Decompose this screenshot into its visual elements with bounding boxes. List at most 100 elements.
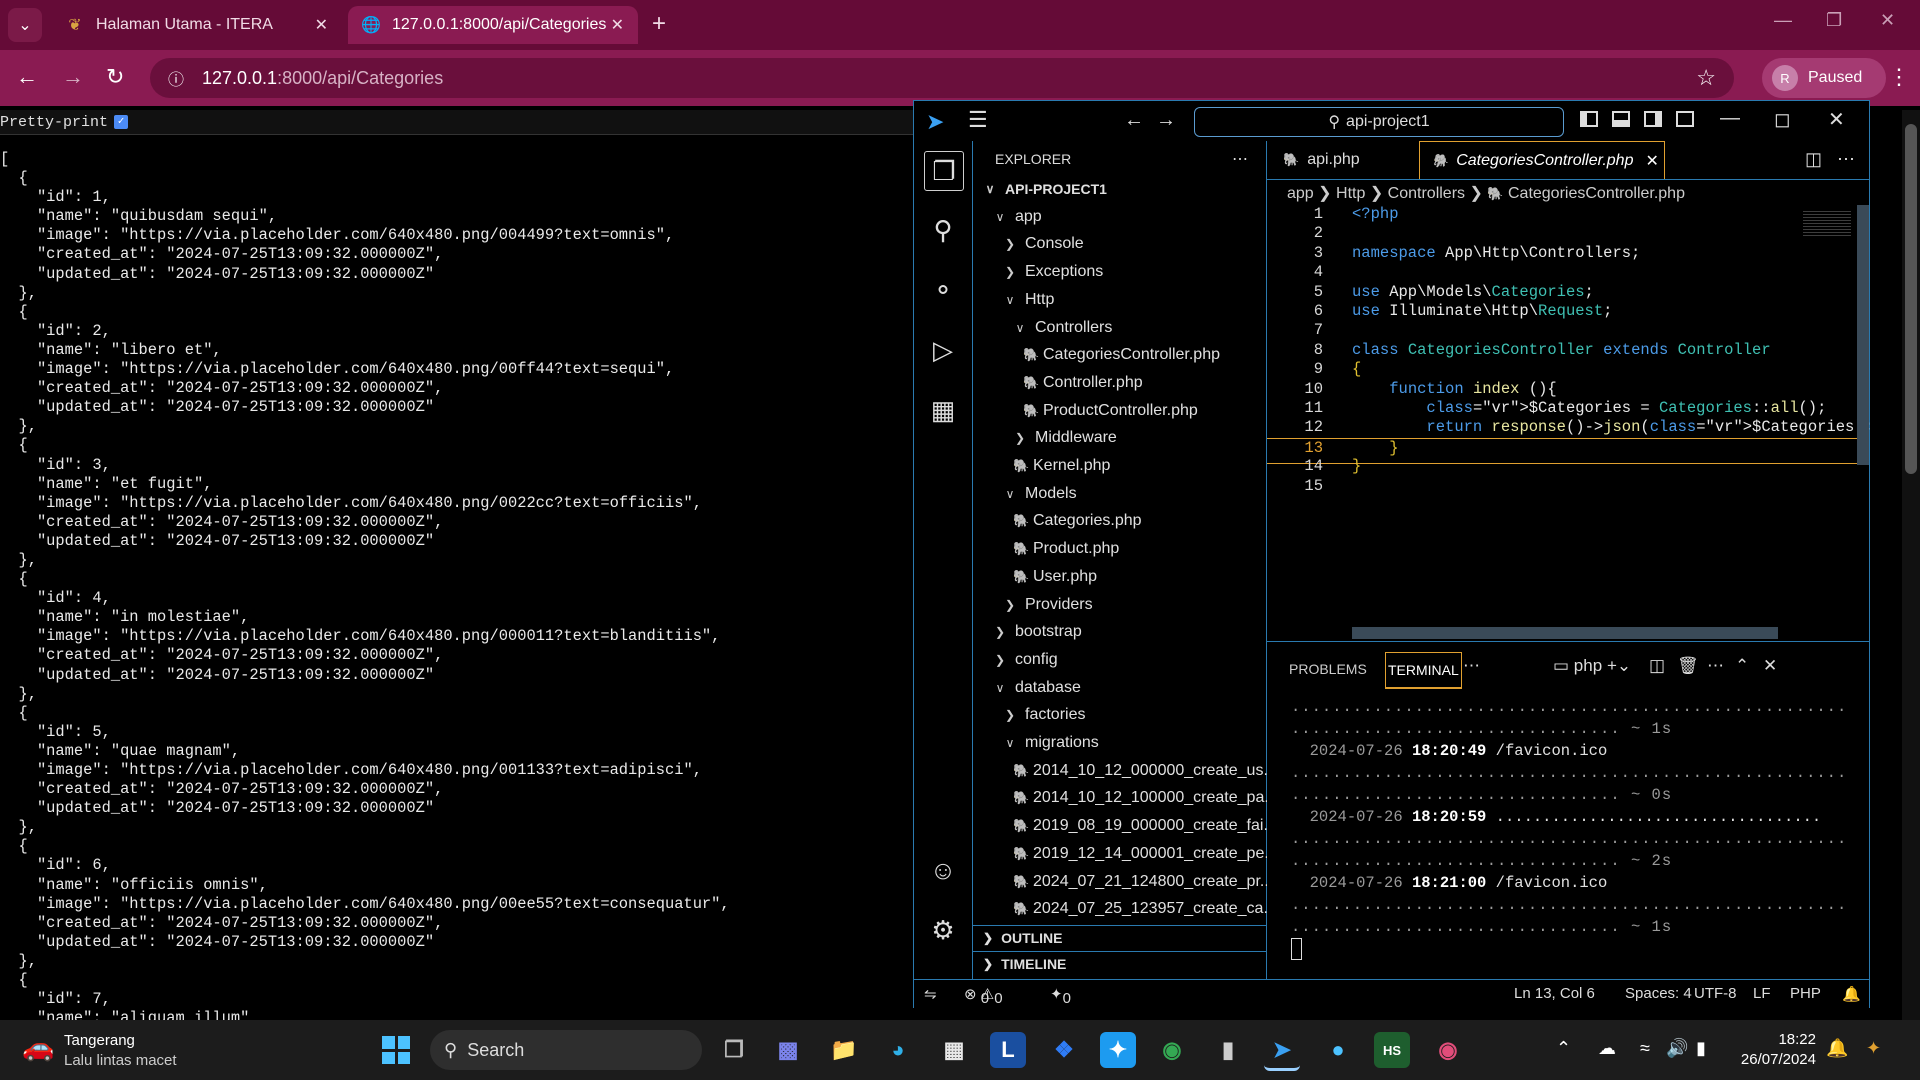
close-tab-icon[interactable]: ✕ — [1645, 151, 1658, 171]
tab-search-dropdown[interactable]: ⌄ — [8, 8, 42, 42]
problems-status[interactable]: ⊗ 0 ⚠ 0 — [964, 985, 1003, 1007]
show-hidden-icons-chevron-up-icon[interactable]: ⌃ — [1556, 1038, 1571, 1059]
toggle-secondary-sidebar-icon[interactable] — [1644, 111, 1662, 127]
customize-layout-icon[interactable] — [1676, 111, 1694, 127]
editor-tab-api-php[interactable]: 🐘 api.php — [1271, 141, 1417, 179]
tree-folder[interactable]: ❯ Console — [973, 232, 1296, 256]
search-icon[interactable]: ⚲ — [924, 211, 962, 249]
tree-folder[interactable]: ∨ Http — [973, 288, 1296, 312]
battery-icon[interactable]: ▮ — [1696, 1038, 1706, 1059]
tree-folder[interactable]: ∨ Controllers — [973, 316, 1306, 340]
language-mode[interactable]: PHP — [1790, 985, 1821, 1002]
indentation-status[interactable]: Spaces: 4 — [1625, 985, 1692, 1002]
breadcrumb-item[interactable]: app — [1287, 185, 1314, 202]
terminal-icon[interactable]: ▮ — [1210, 1032, 1246, 1068]
hs-app-icon[interactable]: HS — [1374, 1032, 1410, 1068]
close-tab-icon[interactable]: ✕ — [315, 15, 328, 35]
editor-tab-categoriescontroller[interactable]: 🐘 CategoriesController.php ✕ — [1419, 141, 1665, 179]
pretty-print-checkbox[interactable]: ✓ — [114, 115, 129, 129]
kill-terminal-trash-icon[interactable]: 🗑 — [1677, 656, 1699, 676]
breadcrumb-item[interactable]: Http — [1336, 185, 1365, 202]
tree-file[interactable]: 🐘 2019_08_19_000000_create_fai... — [973, 814, 1306, 838]
profile-button[interactable]: R Paused — [1762, 58, 1886, 98]
file-explorer-icon[interactable]: 📁 — [826, 1032, 862, 1068]
tree-file[interactable]: 🐘 Categories.php — [973, 509, 1306, 533]
back-arrow-icon[interactable]: ← — [16, 64, 38, 90]
weather-widget[interactable]: 🚗 Tangerang Lalu lintas macet — [22, 1028, 222, 1072]
tab-problems[interactable]: PROBLEMS — [1287, 652, 1369, 686]
twitter-icon[interactable]: ✦ — [1100, 1032, 1136, 1068]
tab-halaman-utama[interactable]: ❦ Halaman Utama - ITERA ✕ — [52, 6, 342, 44]
more-actions-icon[interactable]: ⋯ — [1463, 656, 1480, 676]
minimap[interactable] — [1803, 211, 1851, 237]
weather-tray-icon[interactable]: ☁ — [1598, 1038, 1616, 1059]
app-icon[interactable]: ● — [1320, 1032, 1356, 1068]
editor-vertical-scrollbar[interactable] — [1857, 205, 1869, 465]
taskbar-search[interactable]: ⚲ Search — [430, 1030, 702, 1070]
forward-arrow-icon[interactable]: → — [1156, 109, 1176, 132]
source-control-icon[interactable]: ⚬ — [924, 271, 962, 309]
reload-icon[interactable]: ↻ — [106, 64, 124, 90]
start-windows-icon[interactable] — [382, 1036, 410, 1064]
tree-folder[interactable]: ❯ Middleware — [973, 426, 1306, 450]
vscode-taskbar-icon[interactable]: ➤ — [1264, 1032, 1300, 1071]
dropbox-icon[interactable]: ❖ — [1046, 1032, 1082, 1068]
tree-folder[interactable]: ❯ bootstrap — [973, 620, 1286, 644]
restore-icon[interactable]: ❐ — [1826, 10, 1842, 31]
toggle-sidebar-icon[interactable] — [1580, 111, 1598, 127]
more-actions-icon[interactable]: ⋯ — [1837, 149, 1855, 170]
minimize-icon[interactable]: — — [1720, 107, 1740, 130]
close-tab-icon[interactable]: ✕ — [611, 15, 624, 35]
new-tab-button[interactable]: + — [652, 10, 666, 38]
cursor-position[interactable]: Ln 13, Col 6 — [1514, 985, 1595, 1002]
eol-status[interactable]: LF — [1753, 985, 1771, 1002]
back-arrow-icon[interactable]: ← — [1124, 109, 1144, 132]
close-panel-icon[interactable]: ✕ — [1763, 656, 1777, 676]
teams-icon[interactable]: ▩ — [770, 1032, 806, 1068]
tree-file[interactable]: 🐘 2024_07_21_124800_create_pr... — [973, 870, 1306, 894]
outline-section[interactable]: ❯ OUTLINE — [973, 925, 1266, 950]
maximize-panel-chevron-up-icon[interactable]: ⌃ — [1735, 656, 1749, 676]
task-view-icon[interactable]: ❐ — [716, 1032, 752, 1068]
tree-folder[interactable]: ❯ factories — [973, 703, 1296, 727]
terminal-output[interactable]: ........................................… — [1291, 696, 1851, 938]
tree-folder[interactable]: ∨ migrations — [973, 731, 1296, 755]
accounts-icon[interactable]: ☺ — [924, 851, 962, 889]
new-terminal-icon[interactable]: +⌄ — [1607, 656, 1631, 676]
store-icon[interactable]: ▦ — [936, 1032, 972, 1068]
code-line[interactable]: 15 — [1267, 477, 1857, 501]
tree-folder[interactable]: ∨ app — [973, 205, 1286, 229]
system-clock[interactable]: 18:22 26/07/2024 — [1736, 1030, 1816, 1070]
manage-gear-icon[interactable]: ⚙ — [924, 911, 962, 949]
split-editor-icon[interactable]: ◫ — [1805, 149, 1822, 170]
hamburger-menu-icon[interactable]: ☰ — [968, 107, 988, 133]
site-info-icon[interactable]: ⓘ — [164, 66, 188, 90]
tree-file[interactable]: 🐘 2019_12_14_000001_create_pe... — [973, 842, 1306, 866]
tree-folder[interactable]: ∨ API-PROJECT1 — [973, 177, 1276, 201]
more-menu-icon[interactable]: ⋮ — [1888, 64, 1910, 90]
tree-folder[interactable]: ❯ config — [973, 648, 1286, 672]
tree-file[interactable]: 🐘 2024_07_25_123957_create_ca... — [973, 897, 1306, 921]
tree-folder[interactable]: ∨ database — [973, 676, 1286, 700]
toggle-panel-icon[interactable] — [1612, 111, 1630, 127]
tree-folder[interactable]: ∨ Models — [973, 482, 1296, 506]
terminal-shell-selector[interactable]: ▭ php — [1553, 656, 1602, 676]
tree-file[interactable]: 🐘 User.php — [973, 565, 1306, 589]
extensions-icon[interactable]: ▦ — [924, 391, 962, 429]
chrome-icon[interactable]: ◉ — [1154, 1032, 1190, 1068]
bookmark-star-icon[interactable]: ☆ — [1696, 65, 1716, 91]
page-scrollbar[interactable] — [1902, 110, 1920, 1020]
tree-file[interactable]: 🐘 ProductController.php — [973, 399, 1316, 423]
tree-folder[interactable]: ❯ Providers — [973, 593, 1296, 617]
ports-status[interactable]: ✦ 0 — [1050, 985, 1071, 1007]
breadcrumb-item[interactable]: CategoriesController.php — [1508, 185, 1685, 202]
close-window-icon[interactable]: ✕ — [1828, 107, 1845, 132]
scrollbar-thumb[interactable] — [1905, 124, 1917, 474]
tree-file[interactable]: 🐘 2014_10_12_000000_create_us... — [973, 759, 1306, 783]
wifi-icon[interactable]: ≈ — [1640, 1038, 1650, 1059]
volume-icon[interactable]: 🔊 — [1666, 1038, 1688, 1059]
tree-file[interactable]: 🐘 Controller.php — [973, 371, 1316, 395]
tree-folder[interactable]: ❯ Exceptions — [973, 260, 1296, 284]
copilot-icon[interactable]: ✦ — [1866, 1038, 1881, 1059]
chrome-profile-icon[interactable]: ◉ — [1430, 1032, 1466, 1068]
